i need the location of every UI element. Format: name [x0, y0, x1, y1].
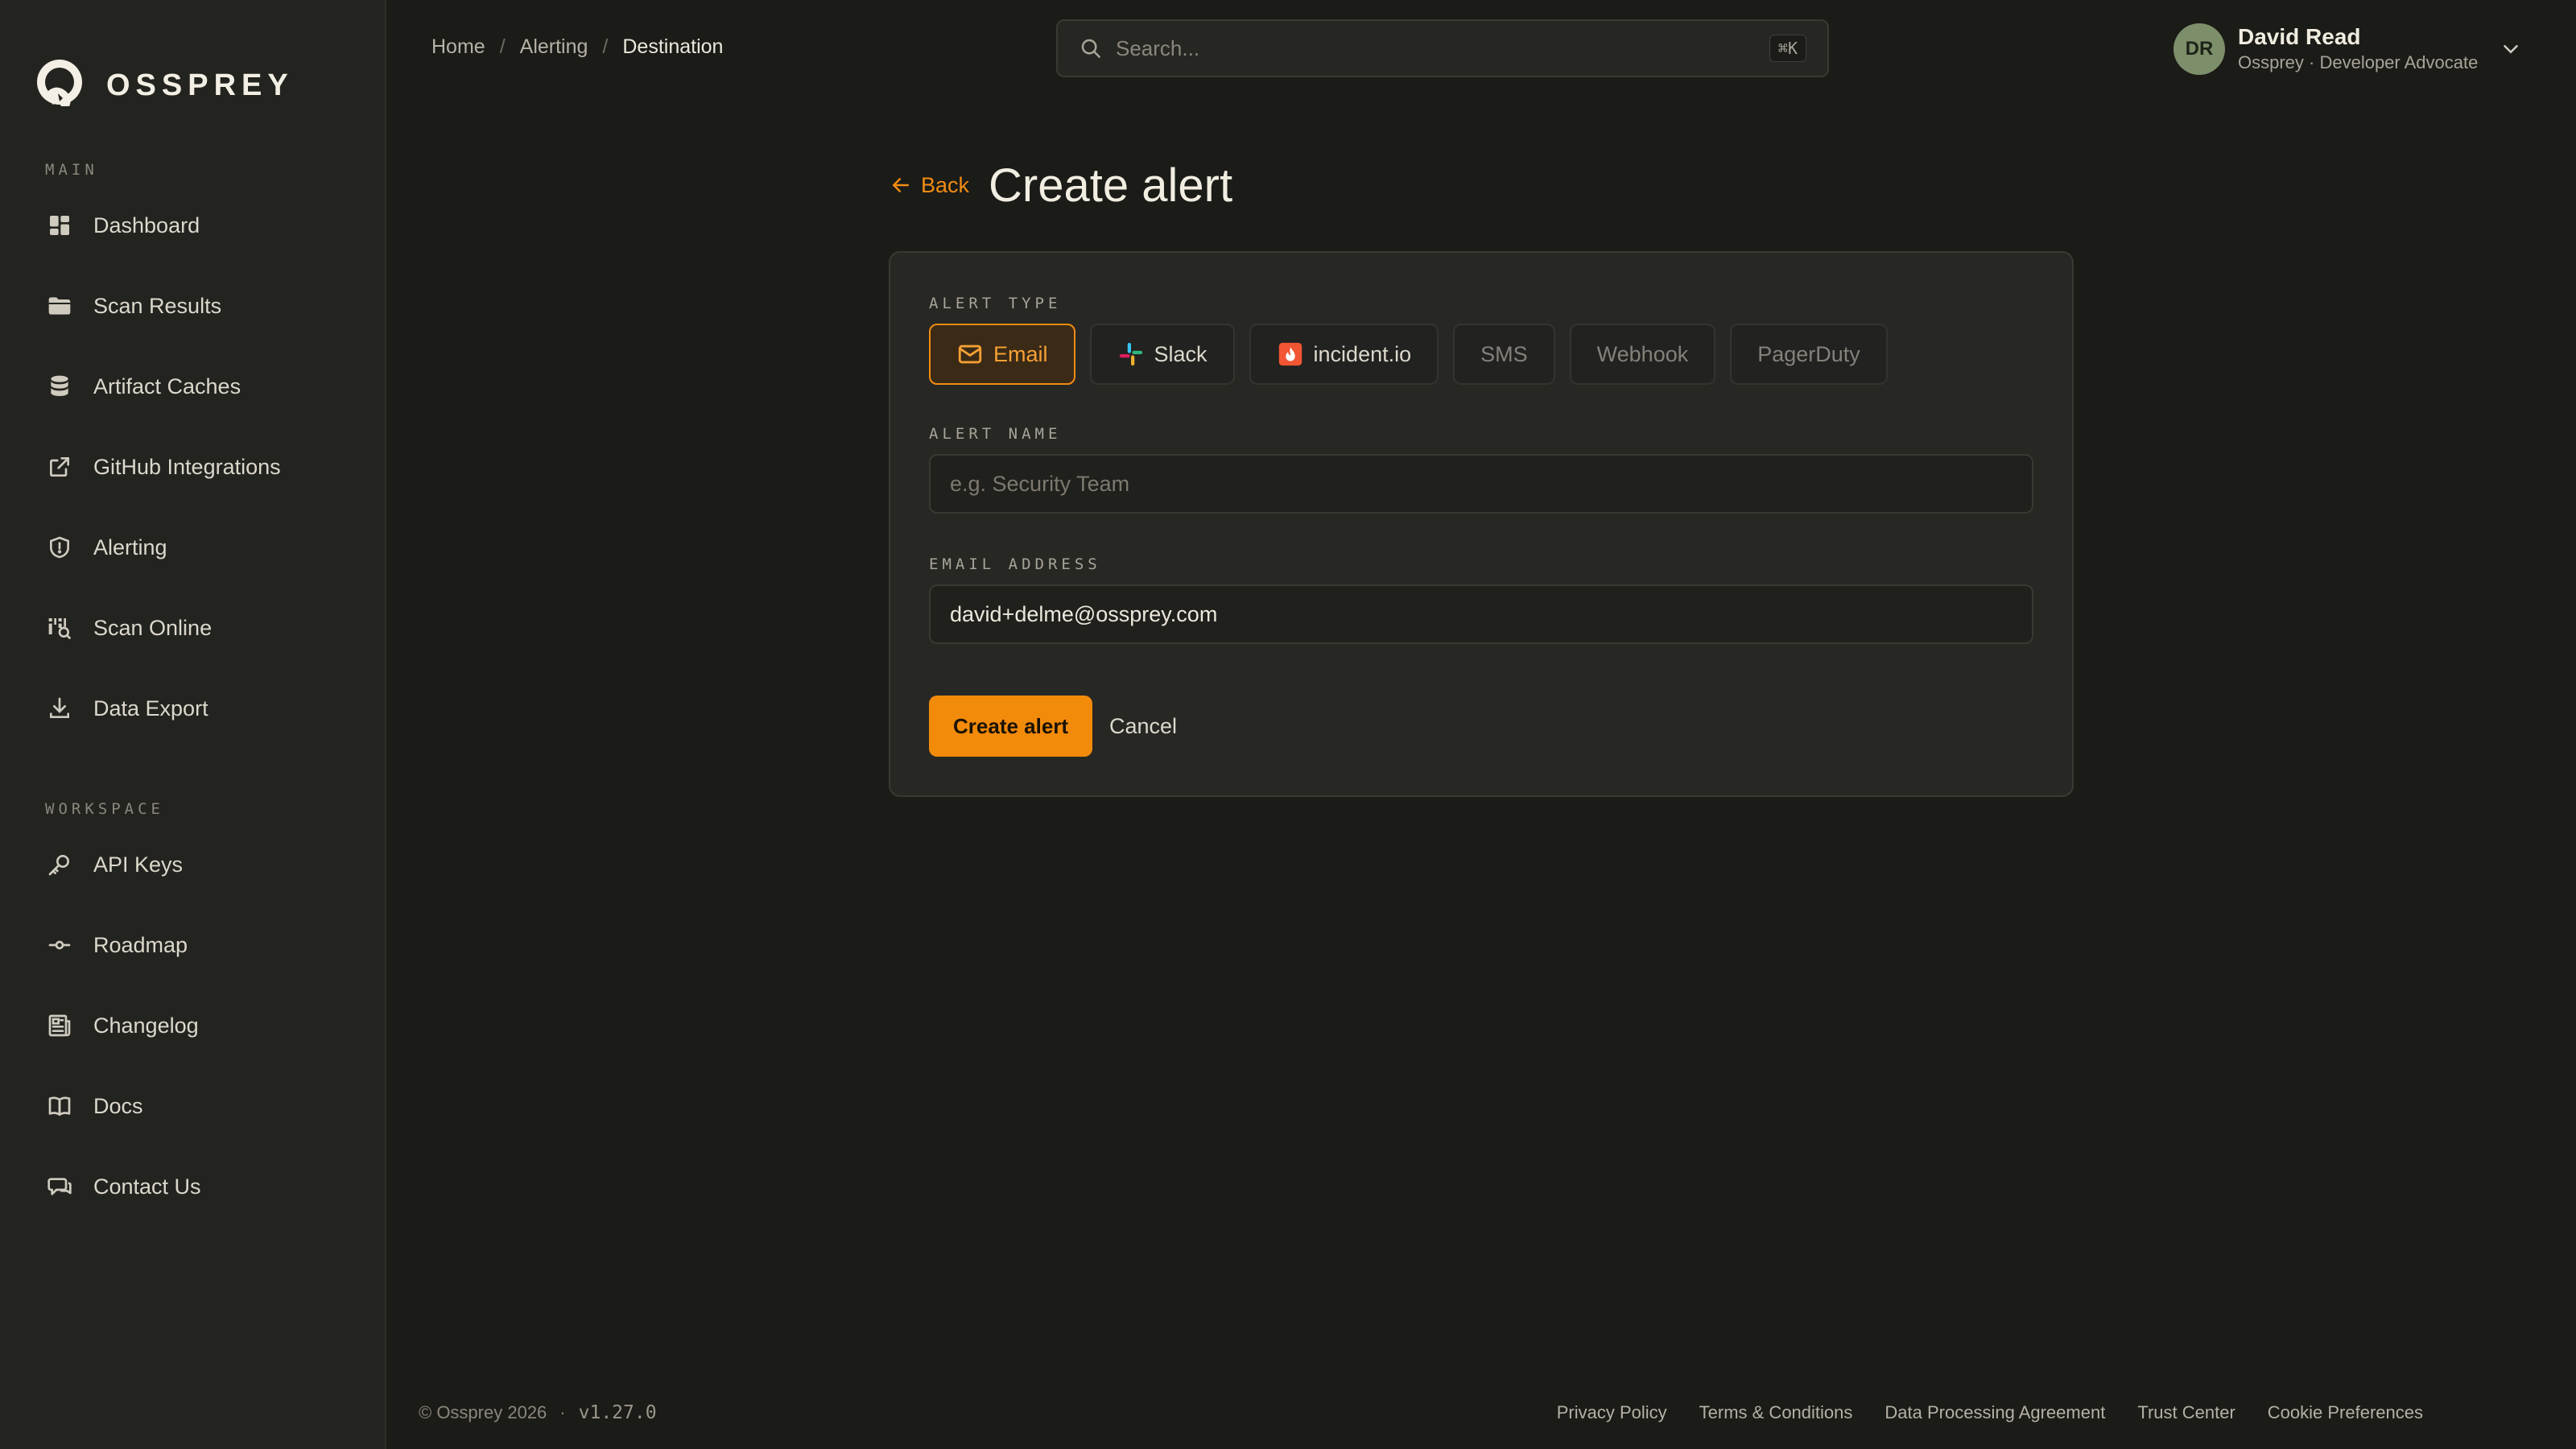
alert-type-label: Slack [1154, 341, 1208, 366]
back-label: Back [921, 172, 970, 197]
user-menu[interactable]: DR David Read Ossprey · Developer Advoca… [2174, 21, 2523, 77]
sidebar-item-label: Artifact Caches [93, 374, 242, 398]
sidebar-item-label: Dashboard [93, 213, 200, 237]
sidebar-item-contact-us[interactable]: Contact Us [45, 1162, 359, 1211]
sidebar-item-changelog[interactable]: Changelog [45, 1001, 359, 1050]
sidebar-item-scan-online[interactable]: Scan Online [45, 604, 359, 652]
breadcrumb-separator: / [602, 35, 609, 58]
sidebar-item-label: Changelog [93, 1013, 199, 1038]
alert-type-label: PagerDuty [1757, 341, 1860, 366]
alert-type-incident-io[interactable]: incident.io [1249, 324, 1439, 385]
alert-type-pagerduty[interactable]: PagerDuty [1730, 324, 1888, 385]
download-icon [45, 694, 74, 723]
search-icon [1081, 39, 1100, 58]
sidebar-item-docs[interactable]: Docs [45, 1082, 359, 1130]
page-title: Create alert [989, 159, 1233, 212]
footer-link-trust-center[interactable]: Trust Center [2137, 1402, 2235, 1423]
slack-icon [1119, 342, 1142, 366]
alert-type-selector: Email Slack incident.io SMS Webhook Page… [929, 324, 1902, 385]
page-header: Back Create alert [889, 153, 1232, 217]
email-field[interactable] [929, 584, 2033, 644]
sidebar-item-label: Scan Online [93, 615, 213, 640]
alert-type-sms[interactable]: SMS [1453, 324, 1555, 385]
search-shortcut-badge: ⌘K [1769, 35, 1806, 62]
email-address-label: EMAIL ADDRESS [929, 555, 1101, 573]
brand-name: OSSPREY [106, 68, 294, 102]
sidebar-item-scan-results[interactable]: Scan Results [45, 282, 359, 330]
search-input[interactable] [1116, 35, 1769, 61]
footer-link-terms[interactable]: Terms & Conditions [1699, 1402, 1853, 1423]
breadcrumb-home[interactable]: Home [431, 35, 485, 59]
book-icon [45, 1092, 74, 1121]
version-label: v1.27.0 [578, 1402, 657, 1423]
alert-type-label: Webhook [1596, 341, 1689, 366]
alert-type-label: SMS [1480, 341, 1528, 366]
sidebar-item-label: Docs [93, 1093, 143, 1118]
footer-link-cookie-preferences[interactable]: Cookie Preferences [2268, 1402, 2423, 1423]
footer-link-dpa[interactable]: Data Processing Agreement [1885, 1402, 2105, 1423]
create-alert-button[interactable]: Create alert [929, 696, 1093, 757]
sidebar-item-label: Scan Results [93, 293, 222, 318]
user-subtitle: Ossprey · Developer Advocate [2238, 52, 2479, 72]
newspaper-icon [45, 1011, 74, 1040]
scan-icon [45, 613, 74, 642]
alert-name-input[interactable] [929, 454, 2033, 514]
dashboard-icon [45, 211, 74, 240]
mail-icon [958, 345, 982, 364]
section-label-workspace: WORKSPACE [45, 800, 164, 818]
sidebar: OSSPREY MAIN Dashboard Scan Results Arti… [0, 0, 386, 1449]
osprey-logo-icon [37, 60, 82, 106]
sidebar-item-label: Roadmap [93, 932, 188, 957]
key-icon [45, 850, 74, 879]
alert-type-label: Email [993, 341, 1048, 366]
brand[interactable]: OSSPREY [34, 58, 294, 113]
database-icon [45, 372, 74, 401]
footer-separator: · [559, 1402, 566, 1422]
alert-type-slack[interactable]: Slack [1089, 324, 1235, 385]
copyright: © Ossprey 2026 [419, 1402, 547, 1422]
alert-type-label: ALERT TYPE [929, 295, 1062, 312]
alert-type-webhook[interactable]: Webhook [1569, 324, 1716, 385]
sidebar-item-roadmap[interactable]: Roadmap [45, 921, 359, 969]
sidebar-item-api-keys[interactable]: API Keys [45, 840, 359, 889]
sidebar-item-alerting[interactable]: Alerting [45, 523, 359, 572]
shield-icon [45, 533, 74, 562]
alert-name-label: ALERT NAME [929, 425, 1062, 443]
avatar: DR [2174, 23, 2225, 75]
search-box[interactable]: ⌘K [1056, 19, 1829, 77]
external-link-icon [45, 452, 74, 481]
arrow-left-icon [892, 178, 909, 192]
sidebar-item-label: API Keys [93, 852, 184, 877]
chevron-down-icon[interactable] [2499, 37, 2523, 61]
sidebar-item-label: Contact Us [93, 1174, 201, 1199]
create-alert-form: ALERT TYPE Email Slack incident.io SMS W… [889, 251, 2074, 797]
footer-link-privacy-policy[interactable]: Privacy Policy [1557, 1402, 1667, 1423]
sidebar-item-label: GitHub Integrations [93, 454, 281, 479]
user-name: David Read [2238, 24, 2361, 49]
sidebar-item-github-integrations[interactable]: GitHub Integrations [45, 443, 359, 491]
sidebar-item-label: Alerting [93, 535, 167, 559]
commit-icon [45, 931, 74, 960]
sidebar-item-data-export[interactable]: Data Export [45, 684, 359, 733]
cancel-button[interactable]: Cancel [1109, 696, 1177, 757]
chat-icon [45, 1172, 74, 1201]
back-button[interactable]: Back [889, 173, 969, 198]
folder-icon [45, 291, 74, 320]
alert-type-label: incident.io [1313, 341, 1412, 366]
breadcrumb-current: Destination [622, 35, 724, 58]
incident-io-icon [1278, 342, 1302, 366]
alert-type-email[interactable]: Email [929, 324, 1075, 385]
sidebar-item-label: Data Export [93, 696, 208, 720]
footer-meta: © Ossprey 2026 · v1.27.0 [419, 1402, 657, 1423]
sidebar-item-dashboard[interactable]: Dashboard [45, 201, 359, 250]
footer-links: Privacy Policy Terms & Conditions Data P… [1525, 1402, 2423, 1423]
breadcrumb-separator: / [499, 35, 506, 58]
breadcrumb: Home / Alerting / Destination [431, 31, 723, 63]
section-label-main: MAIN [45, 161, 98, 179]
breadcrumb-alerting[interactable]: Alerting [520, 35, 588, 59]
sidebar-item-artifact-caches[interactable]: Artifact Caches [45, 362, 359, 411]
